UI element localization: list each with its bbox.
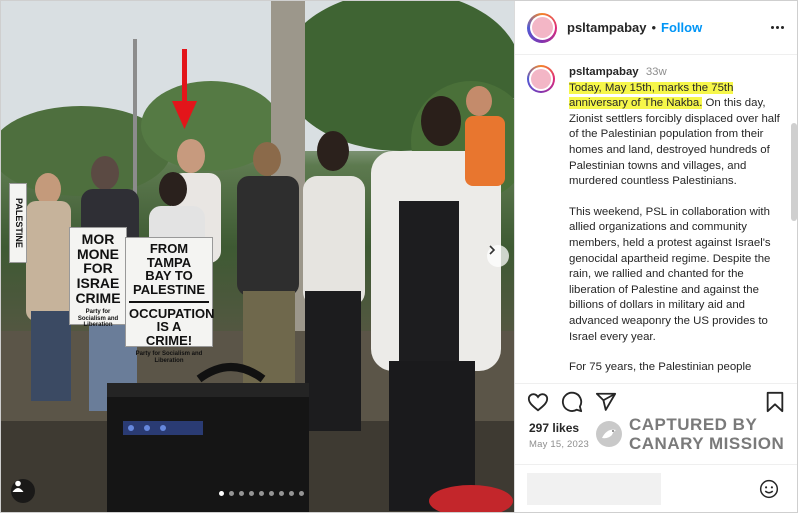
action-bar <box>527 389 787 415</box>
header-separator: • <box>651 20 657 35</box>
carousel-dot <box>249 491 254 496</box>
caption-text: psltampabay 33w Today, May 15th, marks t… <box>569 65 787 383</box>
sign-b-line: FROM <box>149 241 189 256</box>
post-header: psltampabay • Follow <box>515 1 797 55</box>
follow-button[interactable]: Follow <box>661 20 702 35</box>
bookmark-icon <box>766 391 784 413</box>
post-date[interactable]: May 15, 2023 <box>529 439 589 450</box>
avatar-image <box>531 17 553 38</box>
carousel-dot <box>299 491 304 496</box>
user-tag-icon <box>12 480 24 492</box>
carousel-dot <box>239 491 244 496</box>
caption-scrollbar[interactable] <box>791 123 797 221</box>
sign-b-line: OCCUPATION <box>129 305 215 321</box>
carousel-dot <box>219 491 224 496</box>
caption-username[interactable]: psltampabay <box>569 66 639 78</box>
sign-b-line: CRIME! <box>145 332 193 348</box>
carousel-indicator <box>219 491 304 496</box>
caption-paragraph-3: For 75 years, the Palestinian people <box>569 361 752 374</box>
avatar[interactable] <box>527 12 557 43</box>
sign-b-divider <box>129 300 209 303</box>
sign-b-footer: Party for Socialism and Liberation <box>135 351 203 364</box>
instagram-post-frame: PALESTINE MOR MONE FOR ISRAE CRIME Party… <box>0 0 798 513</box>
protest-sign-a: MOR MONE FOR ISRAE CRIME Party for Socia… <box>69 227 127 329</box>
user-tag-button[interactable] <box>11 479 35 503</box>
sign-b-line: PALESTINE <box>133 281 205 297</box>
sign-a-footer: Party for Socialism and Liberation <box>77 309 119 329</box>
avatar-ring-inner <box>529 15 555 40</box>
share-button[interactable] <box>595 391 617 413</box>
sign-a-line: ISRAE <box>76 275 120 292</box>
emoji-button[interactable] <box>759 479 779 499</box>
sign-b-line: BAY TO <box>145 268 193 284</box>
heart-icon <box>527 393 549 412</box>
emoji-icon <box>759 479 779 499</box>
sign-b-line: TAMPA <box>146 254 192 270</box>
post-photo[interactable]: PALESTINE MOR MONE FOR ISRAE CRIME Party… <box>1 1 514 512</box>
like-button[interactable] <box>527 391 549 413</box>
canary-bird-icon <box>596 421 622 447</box>
carousel-dot <box>289 491 294 496</box>
protest-sign-b: FROM TAMPA BAY TO PALESTINE OCCUPATION I… <box>125 237 215 364</box>
header-username[interactable]: psltampabay <box>567 20 646 35</box>
more-options-icon[interactable] <box>767 26 787 29</box>
sign-b-line: IS A <box>156 319 182 335</box>
side-sign-text: PALESTINE <box>14 198 24 248</box>
comment-bar <box>515 464 797 512</box>
carousel-dot <box>269 491 274 496</box>
canary-mission-watermark: CAPTURED BY CANARY MISSION <box>595 415 784 453</box>
carousel-dot <box>229 491 234 496</box>
watermark-line-2: CANARY MISSION <box>629 434 785 453</box>
carousel-dot <box>279 491 284 496</box>
share-icon <box>595 392 617 411</box>
caption-paragraph-1: psltampabay 33w Today, May 15th, marks t… <box>569 65 787 190</box>
sign-a-line: FOR <box>83 260 113 277</box>
carousel-dot <box>259 491 264 496</box>
sign-a-line: MONE <box>77 245 119 262</box>
caption-text-after-highlight: On this day, Zionist settlers forcibly d… <box>569 97 780 188</box>
sign-a-line: CRIME <box>75 289 121 306</box>
caption-avatar[interactable] <box>527 65 555 93</box>
comment-button[interactable] <box>561 391 583 413</box>
caption-area[interactable]: psltampabay 33w Today, May 15th, marks t… <box>515 57 797 384</box>
avatar-ring-inner <box>529 67 553 91</box>
sign-a-line: MOR <box>81 231 115 247</box>
like-count[interactable]: 297 likes <box>529 421 579 435</box>
post-sidebar: psltampabay • Follow psltampabay 33w Tod… <box>514 1 797 512</box>
carousel-next-button[interactable] <box>487 245 509 267</box>
watermark-text: CAPTURED BY CANARY MISSION <box>629 415 784 453</box>
side-sign: PALESTINE <box>9 183 27 263</box>
watermark-line-1: CAPTURED BY <box>629 415 758 434</box>
save-button[interactable] <box>765 391 787 413</box>
caption-row: psltampabay 33w Today, May 15th, marks t… <box>515 57 797 383</box>
chevron-right-icon <box>489 245 496 255</box>
comment-icon <box>561 391 583 413</box>
avatar-image <box>531 69 551 89</box>
caption-timestamp[interactable]: 33w <box>646 66 667 78</box>
caption-paragraph-2: This weekend, PSL in collaboration with … <box>569 205 771 343</box>
comment-input[interactable] <box>527 473 661 505</box>
